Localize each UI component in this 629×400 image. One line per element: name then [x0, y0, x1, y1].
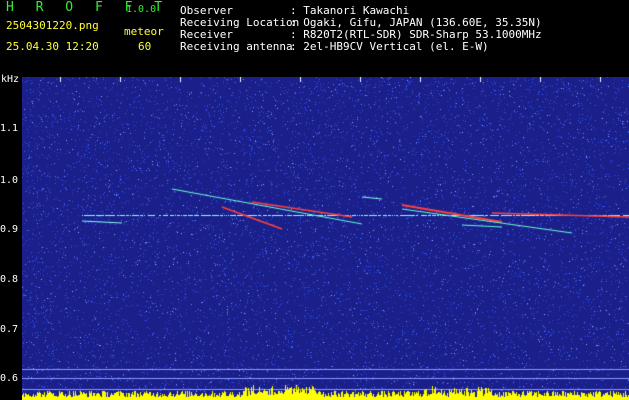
header-panel: H R O F F T 1.0.0 2504301220.png meteor …: [0, 0, 629, 91]
y-tick-0-9: 0.9: [0, 224, 19, 235]
y-tick-0-7: 0.7: [0, 324, 19, 335]
y-tick-1-0: 1.0: [0, 175, 19, 186]
mode-label: meteor: [124, 25, 164, 38]
info-value-antenna: : 2el-HB9CV Vertical (el. E-W): [290, 40, 489, 53]
count-label: 60: [138, 40, 152, 53]
axis-unit-label: kHz: [1, 74, 20, 85]
datetime-label: 25.04.30 12:20: [6, 40, 99, 53]
y-tick-1-1: 1.1: [0, 123, 19, 134]
spectrogram-canvas: [22, 77, 629, 400]
y-tick-0-6: 0.6: [0, 373, 19, 384]
file-name: 2504301220.png: [6, 19, 99, 32]
y-tick-0-8: 0.8: [0, 274, 19, 285]
info-label-antenna: Receiving antenna: [180, 40, 293, 53]
app-version: 1.0.0: [126, 4, 157, 15]
